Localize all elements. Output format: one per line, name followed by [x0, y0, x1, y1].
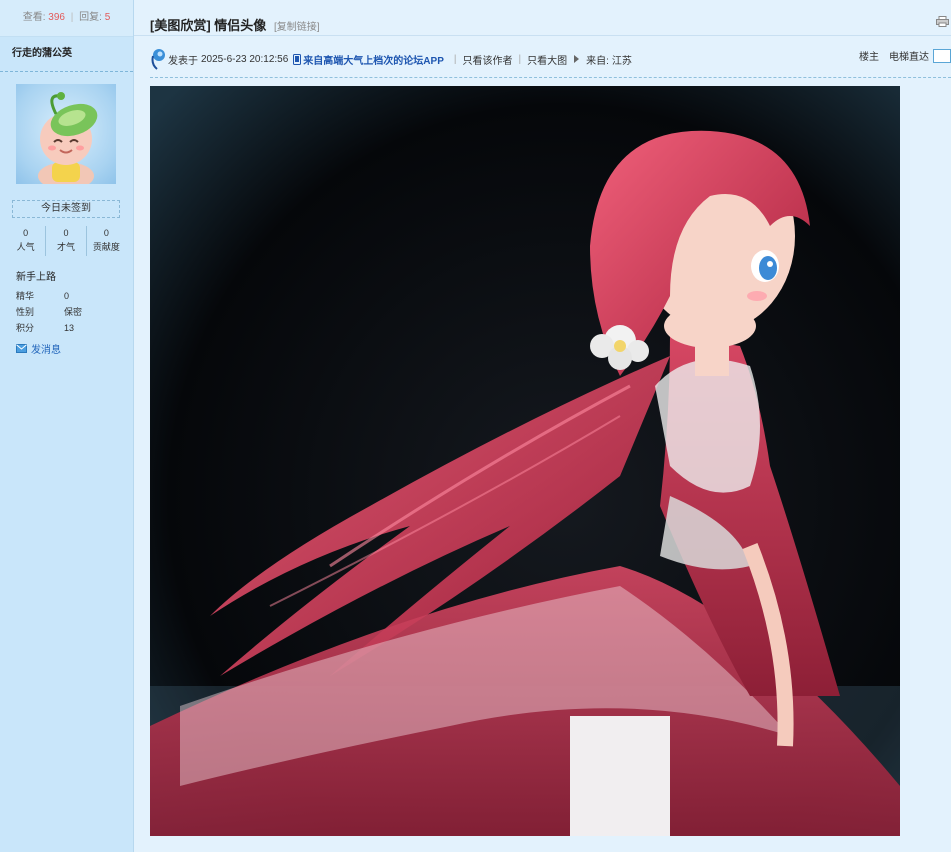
avatar[interactable]	[16, 84, 116, 184]
info-value: 0	[64, 291, 70, 301]
views-count: 396	[48, 12, 65, 23]
stat-value: 0	[23, 228, 29, 238]
floor-label: 楼主	[859, 52, 879, 63]
info-value: 保密	[64, 307, 83, 317]
user-rank[interactable]: 新手上路	[16, 268, 56, 283]
thread-stats: 查看: 396 | 回复: 5	[0, 0, 133, 37]
thread-title-bar: [美图欣赏] 情侣头像 [复制链接]	[134, 0, 951, 36]
replies-label: 回复:	[79, 12, 102, 23]
online-status-icon	[151, 49, 165, 70]
info-row-points: 积分 13	[16, 320, 82, 336]
author-sidebar: 查看: 396 | 回复: 5 行走的蒲公英 今日未签到 0 人气 0 才气 0…	[0, 0, 134, 852]
floor-controls: 楼主 电梯直达	[859, 48, 951, 63]
stat-label: 人气	[16, 242, 35, 252]
info-key: 性别	[16, 307, 35, 317]
stat-contribution[interactable]: 0 贡献度	[87, 226, 126, 256]
send-message-link[interactable]: 发消息	[16, 341, 61, 356]
copy-link-button[interactable]: [复制链接]	[274, 22, 320, 33]
info-key: 积分	[16, 323, 35, 333]
post-meta: 发表于 2025-6-23 20:12:56 来自高端大气上档次的论坛APP |…	[150, 48, 632, 70]
mobile-phone-icon	[293, 53, 302, 65]
thread-category[interactable]: [美图欣赏]	[150, 18, 211, 33]
triangle-right-icon	[574, 55, 580, 63]
views-label: 查看:	[22, 12, 46, 23]
info-key: 精华	[16, 291, 35, 301]
stat-value: 0	[63, 228, 69, 238]
app-source-link[interactable]: 来自高端大气上档次的论坛APP	[303, 52, 444, 67]
only-big-image-link[interactable]: 只看大图	[527, 52, 567, 67]
post-meta-bar: 发表于 2025-6-23 20:12:56 来自高端大气上档次的论坛APP |…	[150, 44, 951, 78]
thread-title-text: 情侣头像	[214, 18, 267, 33]
stat-label: 才气	[56, 242, 75, 252]
thread-title: [美图欣赏] 情侣头像 [复制链接]	[150, 15, 320, 34]
posted-prefix: 发表于	[168, 55, 198, 67]
author-info: 精华 0 性别 保密 积分 13	[16, 288, 82, 336]
only-author-link[interactable]: 只看该作者	[462, 52, 512, 67]
signin-status[interactable]: 今日未签到	[12, 200, 120, 218]
avatar-sprout-icon	[38, 92, 98, 184]
info-row-essence: 精华 0	[16, 288, 82, 304]
info-row-gender: 性别 保密	[16, 304, 82, 320]
info-value: 13	[64, 323, 75, 333]
author-name[interactable]: 行走的蒲公英	[0, 37, 133, 72]
post-main: [美图欣赏] 情侣头像 [复制链接] 发表于 2025-6-23 20:12:5…	[134, 0, 951, 852]
author-stats: 0 人气 0 才气 0 贡献度	[6, 226, 126, 256]
stat-talent[interactable]: 0 才气	[46, 226, 87, 256]
stat-popularity[interactable]: 0 人气	[6, 226, 47, 256]
from-location: 江苏	[611, 55, 632, 67]
send-message-label: 发消息	[31, 345, 61, 356]
posted-time: 2025-6-23 20:12:56	[201, 53, 289, 65]
replies-count: 5	[104, 12, 111, 23]
envelope-icon	[16, 344, 27, 353]
anime-girl-illustration	[150, 86, 900, 836]
stat-label: 贡献度	[92, 242, 120, 252]
stat-value: 0	[103, 228, 109, 238]
elevator-input[interactable]	[933, 48, 951, 63]
elevator-label: 电梯直达	[889, 52, 929, 63]
from-label: 来自:	[586, 55, 609, 67]
post-image[interactable]	[150, 86, 900, 836]
print-icon[interactable]	[936, 16, 949, 27]
